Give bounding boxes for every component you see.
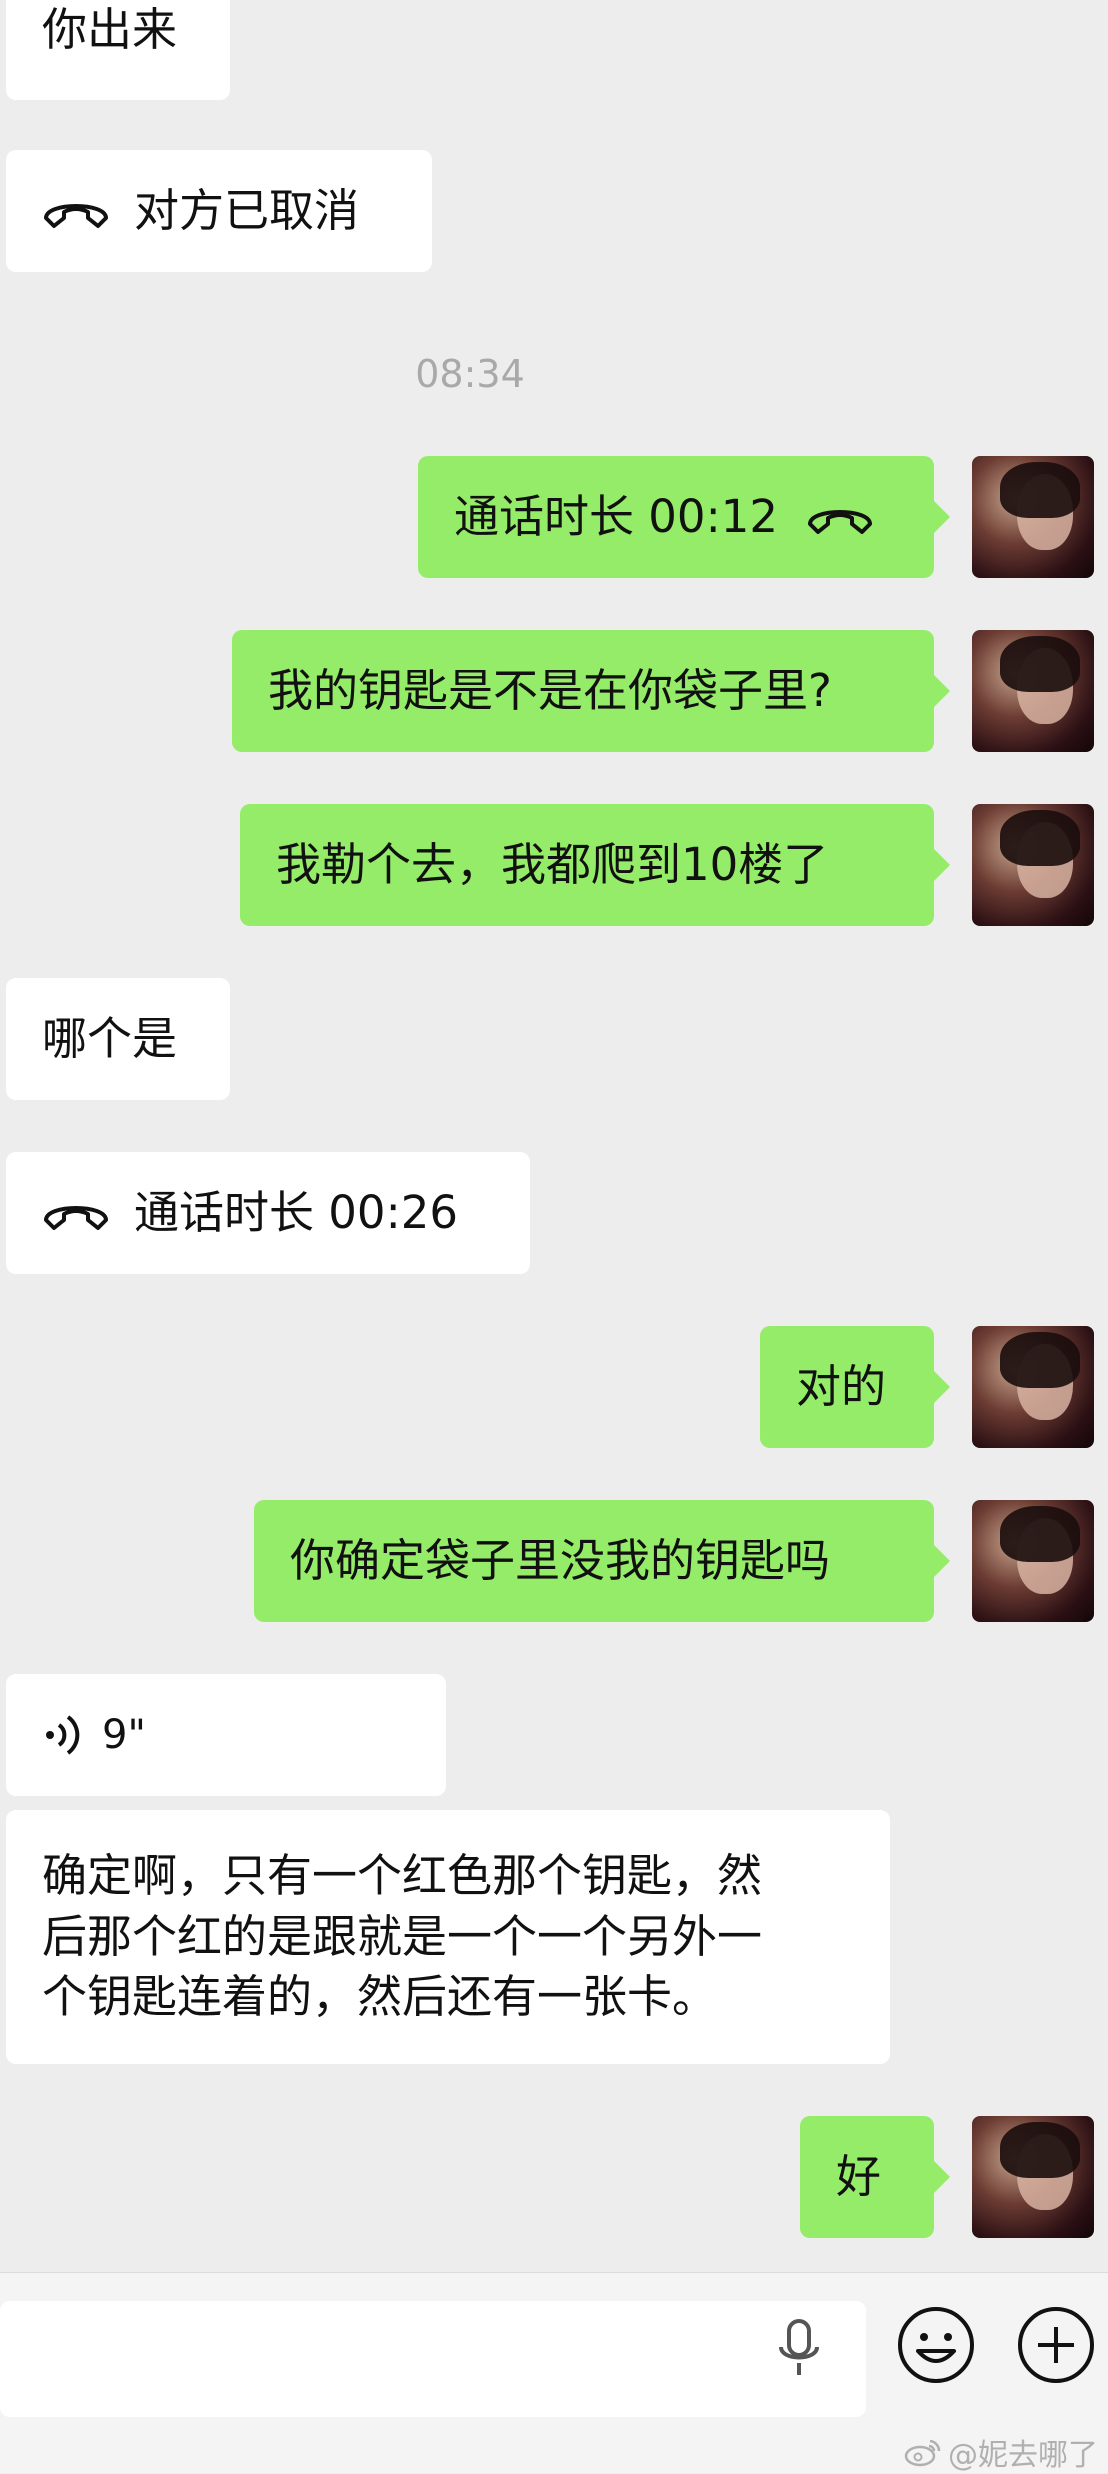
voice-transcript[interactable]: 确定啊，只有一个红色那个钥匙，然 后那个红的是跟就是一个一个另外一 个钥匙连着的…: [6, 1810, 890, 2064]
message-incoming[interactable]: 哪个是: [6, 978, 230, 1100]
message-incoming-call[interactable]: 对方已取消: [6, 150, 432, 272]
call-status-text: 对方已取消: [134, 183, 360, 237]
emoji-icon[interactable]: [896, 2305, 976, 2385]
message-text: 好: [836, 2149, 882, 2203]
microphone-icon[interactable]: [774, 2317, 824, 2381]
message-text: 对的: [796, 1359, 887, 1413]
message-text: 你确定袋子里没我的钥匙吗: [290, 1533, 831, 1587]
weibo-logo-icon: [904, 2439, 941, 2467]
chat-area: 你出来 对方已取消 08:34 通话时长 00:12 我的钥匙是不是在你袋子里?…: [0, 0, 1108, 2272]
avatar[interactable]: [972, 2116, 1094, 2238]
phone-handset-icon: [44, 1206, 108, 1230]
watermark-text: @妮去哪了: [948, 2438, 1098, 2473]
message-outgoing-call[interactable]: 通话时长 00:12: [418, 456, 950, 578]
timestamp: 08:34: [415, 352, 525, 396]
phone-handset-icon: [44, 204, 108, 228]
phone-handset-icon: [808, 510, 872, 534]
message-text: 你出来: [42, 2, 178, 56]
transcript-line: 后那个红的是跟就是一个一个另外一: [42, 1909, 763, 1963]
message-outgoing[interactable]: 对的: [760, 1326, 950, 1448]
message-incoming-voice[interactable]: 9": [6, 1674, 446, 1796]
avatar[interactable]: [972, 630, 1094, 752]
message-outgoing[interactable]: 好: [800, 2116, 950, 2238]
voice-duration: 9": [102, 1712, 146, 1758]
transcript-line: 个钥匙连着的，然后还有一张卡。: [42, 1970, 718, 2024]
message-text: 哪个是: [42, 1011, 178, 1065]
avatar[interactable]: [972, 456, 1094, 578]
message-text: 我的钥匙是不是在你袋子里?: [268, 663, 832, 717]
message-input[interactable]: [0, 2301, 866, 2417]
message-text: 我勒个去，我都爬到10楼了: [276, 837, 829, 891]
transcript-line: 确定啊，只有一个红色那个钥匙，然: [42, 1848, 763, 1902]
plus-circle-icon[interactable]: [1016, 2305, 1096, 2385]
message-outgoing[interactable]: 我的钥匙是不是在你袋子里?: [232, 630, 950, 752]
voice-wave-icon: [46, 1715, 80, 1755]
call-duration-text: 通话时长 00:26: [134, 1185, 458, 1239]
watermark: @妮去哪了: [904, 2430, 1098, 2474]
avatar[interactable]: [972, 804, 1094, 926]
call-duration-text: 通话时长 00:12: [454, 489, 778, 543]
avatar[interactable]: [972, 1500, 1094, 1622]
message-incoming[interactable]: 你出来: [6, 0, 230, 100]
message-outgoing[interactable]: 我勒个去，我都爬到10楼了: [240, 804, 950, 926]
message-outgoing[interactable]: 你确定袋子里没我的钥匙吗: [254, 1500, 950, 1622]
message-incoming-call[interactable]: 通话时长 00:26: [6, 1152, 530, 1274]
avatar[interactable]: [972, 1326, 1094, 1448]
